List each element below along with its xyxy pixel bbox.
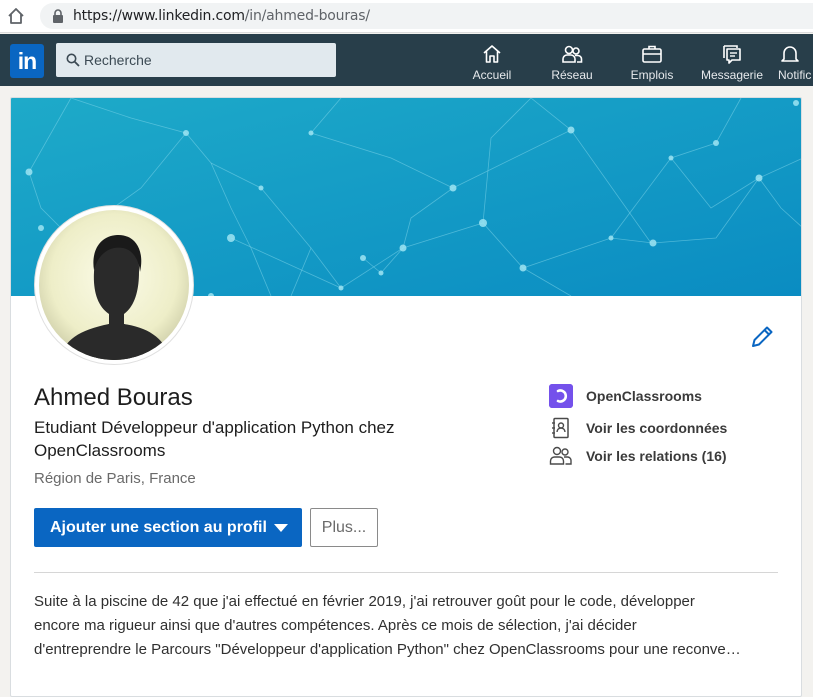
nav-label: Réseau [551, 68, 593, 82]
messaging-icon [723, 45, 741, 64]
caret-down-icon [274, 524, 288, 532]
profile-card: Ahmed Bouras Etudiant Développeur d'appl… [10, 97, 802, 697]
nav-label: Emplois [630, 68, 674, 82]
nav-item-network[interactable]: Réseau [532, 38, 612, 82]
network-icon [562, 45, 583, 63]
home-icon[interactable] [6, 6, 26, 26]
briefcase-icon [642, 45, 662, 63]
summary-line: Suite à la piscine de 42 que j'ai effect… [34, 593, 695, 610]
connections-label: Voir les relations (16) [586, 448, 727, 464]
divider [34, 572, 778, 573]
profile-summary[interactable]: Suite à la piscine de 42 que j'ai effect… [34, 590, 782, 662]
profile-location: Région de Paris, France [34, 470, 196, 487]
nav-item-notifications[interactable]: Notific [772, 38, 813, 82]
profile-photo[interactable] [35, 206, 193, 364]
current-company-link[interactable]: OpenClassrooms [549, 384, 702, 408]
url-text: https://www.linkedin.com/in/ahmed-bouras… [73, 8, 370, 24]
summary-line: d'entreprendre le Parcours "Développeur … [34, 641, 741, 658]
contact-info-label: Voir les coordonnées [586, 420, 728, 436]
more-button[interactable]: Plus... [310, 508, 378, 547]
search-input[interactable] [84, 43, 324, 77]
nav-item-messaging[interactable]: Messagerie [692, 38, 772, 82]
openclassrooms-logo-icon [549, 384, 573, 408]
linkedin-logo[interactable]: in [10, 44, 44, 78]
nav-item-home[interactable]: Accueil [452, 38, 532, 82]
avatar-silhouette-icon [39, 210, 189, 360]
bell-icon [781, 46, 799, 62]
profile-name: Ahmed Bouras [34, 384, 193, 411]
nav-label: Notific [778, 68, 812, 82]
address-book-icon [549, 416, 573, 440]
nav-label: Messagerie [700, 68, 764, 82]
search-icon [66, 53, 80, 67]
browser-address-bar: https://www.linkedin.com/in/ahmed-bouras… [0, 0, 813, 33]
nav-label: Accueil [472, 68, 512, 82]
add-profile-section-button[interactable]: Ajouter une section au profil [34, 508, 302, 547]
linkedin-navbar: in Accueil Réseau Emplois [0, 34, 813, 86]
company-name: OpenClassrooms [586, 388, 702, 404]
add-profile-section-label: Ajouter une section au profil [50, 518, 267, 536]
search-box[interactable] [56, 43, 336, 77]
summary-line: encore ma rigueur ainsi que d'autres com… [34, 617, 637, 634]
people-icon [549, 444, 573, 468]
url-field[interactable]: https://www.linkedin.com/in/ahmed-bouras… [40, 3, 813, 29]
edit-pencil-icon[interactable] [749, 324, 775, 350]
home-icon [483, 45, 501, 63]
lock-icon [53, 9, 63, 23]
profile-headline: Etudiant Développeur d'application Pytho… [34, 418, 395, 460]
contact-info-link[interactable]: Voir les coordonnées [549, 416, 727, 440]
connections-link[interactable]: Voir les relations (16) [549, 444, 727, 468]
nav-item-jobs[interactable]: Emplois [612, 38, 692, 82]
